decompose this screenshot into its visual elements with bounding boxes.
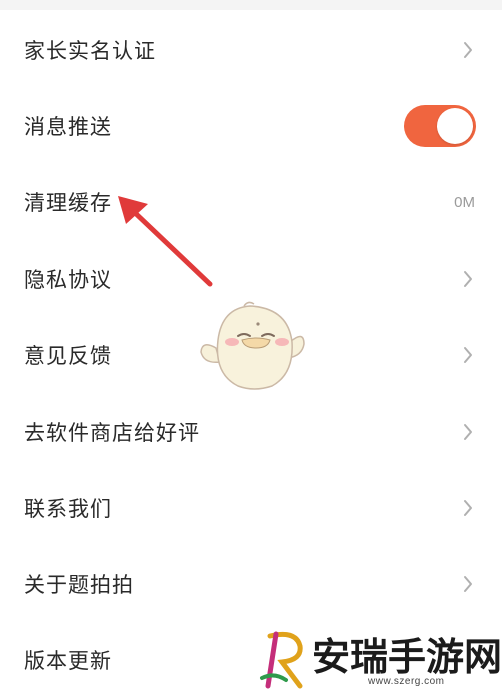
settings-item-label: 家长实名认证 — [24, 39, 156, 63]
top-band — [0, 0, 502, 10]
settings-item-label: 消息推送 — [24, 115, 112, 139]
settings-item-contact-us[interactable]: 联系我们 — [0, 470, 502, 546]
watermark: 安瑞手游网 www.szerg.com — [250, 624, 502, 693]
chevron-right-icon — [461, 345, 475, 365]
watermark-logo — [260, 631, 303, 689]
settings-item-push-notifications: 消息推送 — [0, 88, 502, 164]
settings-item-clear-cache[interactable]: 清理缓存 0M — [0, 164, 502, 240]
settings-item-label: 清理缓存 — [24, 191, 112, 215]
settings-item-rate-app[interactable]: 去软件商店给好评 — [0, 394, 502, 470]
watermark-url: www.szerg.com — [368, 676, 445, 687]
chevron-right-icon — [461, 498, 475, 518]
settings-item-label: 关于题拍拍 — [24, 573, 134, 597]
cache-size-value: 0M — [454, 193, 475, 211]
settings-item-parent-verification[interactable]: 家长实名认证 — [0, 12, 502, 88]
toggle-knob — [437, 108, 473, 144]
chevron-right-icon — [461, 422, 475, 442]
push-toggle[interactable] — [404, 105, 476, 147]
chevron-right-icon — [461, 269, 475, 289]
settings-item-label: 隐私协议 — [24, 268, 112, 292]
settings-item-label: 去软件商店给好评 — [24, 421, 200, 445]
settings-item-label: 版本更新 — [24, 649, 112, 673]
settings-item-label: 意见反馈 — [24, 344, 112, 368]
settings-item-about[interactable]: 关于题拍拍 — [0, 546, 502, 622]
red-arrow-icon — [118, 196, 213, 287]
chevron-right-icon — [461, 574, 475, 594]
watermark-brand: 安瑞手游网 — [312, 634, 502, 679]
chick-mascot-icon — [200, 301, 305, 390]
chevron-right-icon — [461, 40, 475, 60]
settings-item-label: 联系我们 — [24, 497, 112, 521]
